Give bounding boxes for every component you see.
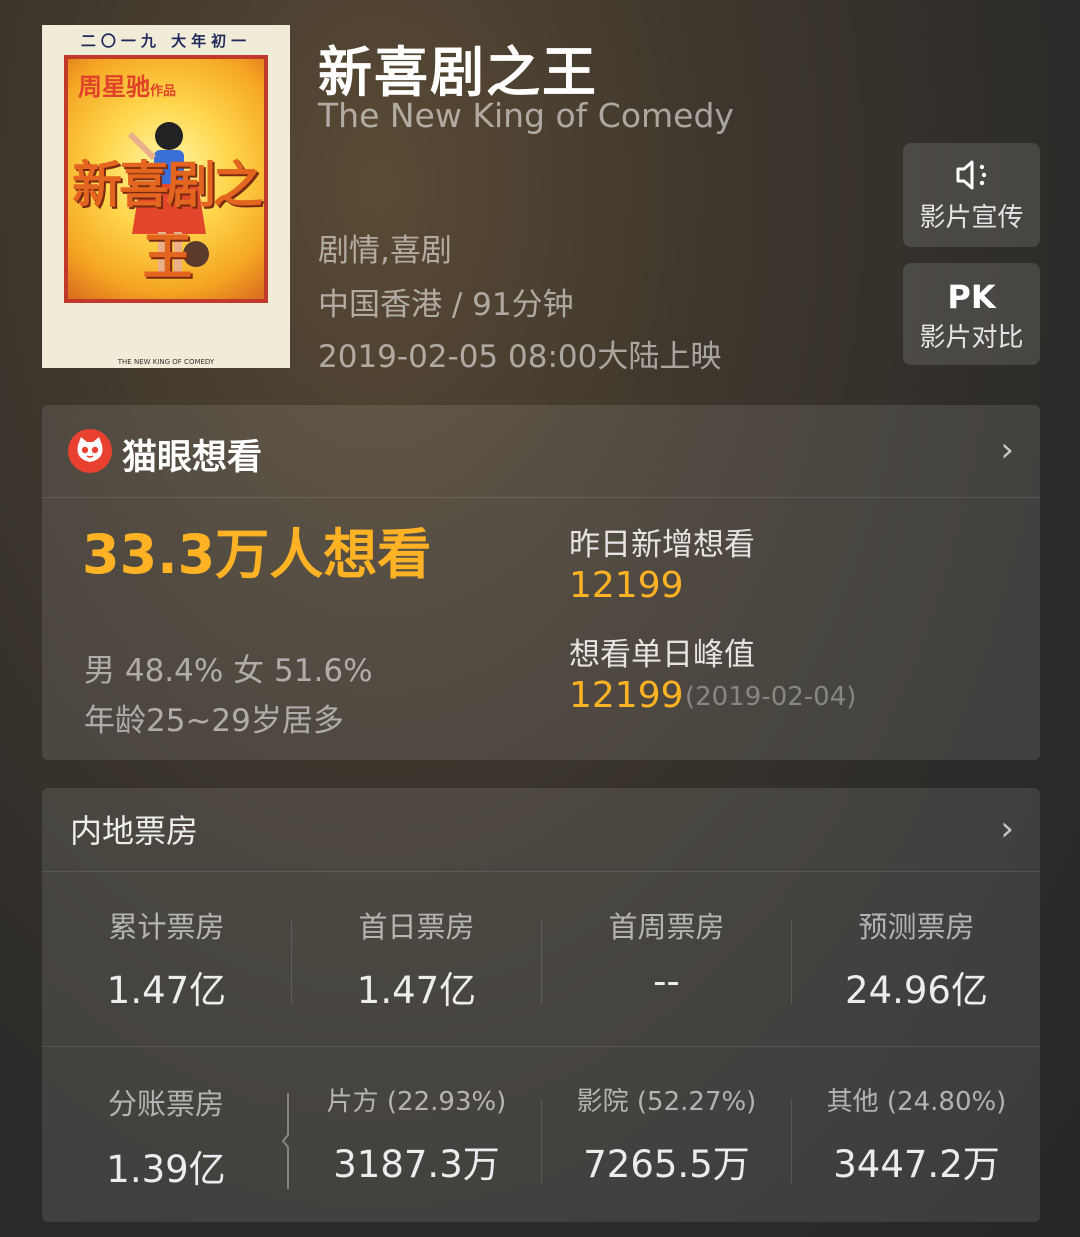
poster-top-text: 二〇一九 大年初一	[80, 32, 252, 50]
peak-value: 12199	[569, 675, 684, 716]
split-total-label: 分账票房	[107, 1087, 224, 1121]
peak-date: (2019-02-04)	[685, 682, 857, 712]
pk-compare-button[interactable]: PK 影片对比	[903, 263, 1040, 365]
stat-label: 累计票房	[108, 910, 225, 944]
stat-value: --	[653, 960, 680, 1003]
poster-title-art: 新喜剧之王	[72, 156, 263, 286]
split-cinema: 影院 (52.27%) 7265.5万	[542, 1081, 791, 1188]
maoyan-cat-icon	[68, 429, 112, 473]
stat-label: 首周票房	[608, 910, 725, 944]
yesterday-new-label: 昨日新增想看	[569, 527, 755, 563]
movie-poster[interactable]: 二〇一九 大年初一 周星驰作品 新喜剧之王 THE NEW KING OF CO…	[42, 25, 290, 368]
stat-label: 预测票房	[858, 910, 975, 944]
movie-title-en: The New King of Comedy	[318, 96, 734, 135]
yesterday-new-value: 12199	[569, 565, 684, 606]
stat-value: 1.47亿	[106, 969, 227, 1012]
split-part-value: 3187.3万	[333, 1143, 500, 1186]
wish-card-header[interactable]: 猫眼想看 ›	[42, 405, 1040, 498]
split-part-value: 7265.5万	[583, 1143, 750, 1186]
stat-value: 1.47亿	[356, 969, 477, 1012]
chevron-right-icon: ›	[1000, 430, 1014, 470]
box-office-title: 内地票房	[70, 812, 199, 850]
promo-button-label: 影片宣传	[919, 203, 1024, 233]
pk-icon: PK	[947, 278, 996, 316]
split-producer: 片方 (22.93%) 3187.3万	[292, 1081, 541, 1188]
stat-forecast: 预测票房 24.96亿	[792, 904, 1041, 1014]
pk-button-label: 影片对比	[919, 323, 1024, 353]
brace-divider	[281, 1093, 289, 1189]
wish-gender-ratio: 男 48.4% 女 51.6%	[84, 653, 373, 689]
split-part-label: 片方 (22.93%)	[326, 1087, 507, 1117]
stat-value: 24.96亿	[845, 969, 988, 1012]
box-office-header[interactable]: 内地票房 ›	[42, 788, 1040, 872]
poster-subtitle: THE NEW KING OF COMEDY	[117, 358, 215, 366]
box-office-card: 内地票房 › 累计票房 1.47亿 首日票房 1.47亿 首周票房 -- 预测票…	[42, 788, 1040, 1222]
split-part-label: 其他 (24.80%)	[826, 1087, 1007, 1117]
wish-card: 猫眼想看 › 33.3万人想看 男 48.4% 女 51.6% 年龄25~29岁…	[42, 405, 1040, 760]
poster-artwork: 周星驰作品 新喜剧之王	[64, 55, 268, 303]
stat-cumulative: 累计票房 1.47亿	[42, 904, 291, 1014]
poster-author: 周星驰作品	[78, 73, 177, 101]
movie-release-date: 2019-02-05 08:00大陆上映	[318, 339, 722, 375]
stat-label: 首日票房	[358, 910, 475, 944]
split-part-value: 3447.2万	[833, 1143, 1000, 1186]
wish-age-group: 年龄25~29岁居多	[84, 703, 344, 739]
wish-total-count: 33.3万人想看	[82, 523, 432, 586]
speaker-icon	[903, 157, 1040, 197]
stat-first-week: 首周票房 --	[542, 904, 791, 1003]
movie-genre: 剧情,喜剧	[318, 233, 452, 269]
split-part-label: 影院 (52.27%)	[576, 1087, 757, 1117]
split-box-office-row: 分账票房 1.39亿 片方 (22.93%) 3187.3万 影院 (52.27…	[42, 1047, 1040, 1222]
split-other: 其他 (24.80%) 3447.2万	[792, 1081, 1041, 1188]
peak-label: 想看单日峰值	[569, 637, 755, 673]
wish-brand-title: 猫眼想看	[122, 438, 263, 478]
box-office-stats-row: 累计票房 1.47亿 首日票房 1.47亿 首周票房 -- 预测票房 24.96…	[42, 872, 1040, 1047]
chevron-right-icon: ›	[1000, 809, 1014, 849]
split-total-value: 1.39亿	[106, 1148, 226, 1191]
movie-region-duration: 中国香港 / 91分钟	[318, 287, 574, 323]
promo-button[interactable]: 影片宣传	[903, 143, 1040, 247]
stat-first-day: 首日票房 1.47亿	[292, 904, 541, 1014]
split-total: 分账票房 1.39亿	[42, 1081, 290, 1193]
